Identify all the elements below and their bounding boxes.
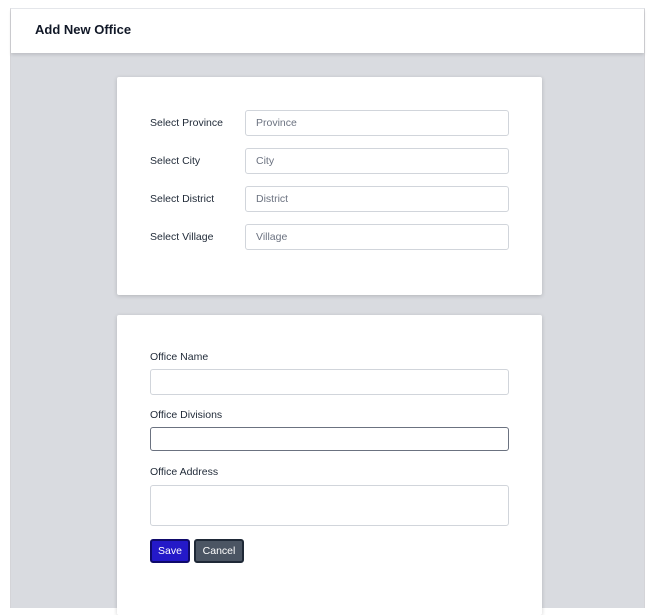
village-label: Select Village: [150, 231, 214, 243]
district-row: Select District: [150, 186, 510, 212]
office-name-input[interactable]: [150, 369, 509, 395]
office-divisions-label: Office Divisions: [150, 409, 223, 421]
province-label: Select Province: [150, 117, 223, 129]
page-header: Add New Office: [11, 9, 644, 53]
city-label: Select City: [150, 155, 201, 167]
province-row: Select Province: [150, 110, 510, 136]
save-button[interactable]: Save: [150, 539, 190, 563]
page-title: Add New Office: [35, 22, 132, 37]
office-card: Office Name Office Divisions Office Addr…: [117, 315, 542, 615]
page-frame: Add New Office Select Province Select Ci…: [10, 8, 645, 615]
office-address-label: Office Address: [150, 466, 219, 478]
district-label: Select District: [150, 193, 215, 205]
office-divisions-input[interactable]: [150, 427, 509, 451]
village-row: Select Village: [150, 224, 510, 250]
village-input[interactable]: [245, 224, 509, 250]
location-card: Select Province Select City Select Distr…: [117, 77, 542, 295]
district-input[interactable]: [245, 186, 509, 212]
office-address-input[interactable]: [150, 485, 509, 526]
city-input[interactable]: [245, 148, 509, 174]
office-name-label: Office Name: [150, 351, 209, 363]
cancel-button[interactable]: Cancel: [194, 539, 244, 563]
province-input[interactable]: [245, 110, 509, 136]
city-row: Select City: [150, 148, 510, 174]
